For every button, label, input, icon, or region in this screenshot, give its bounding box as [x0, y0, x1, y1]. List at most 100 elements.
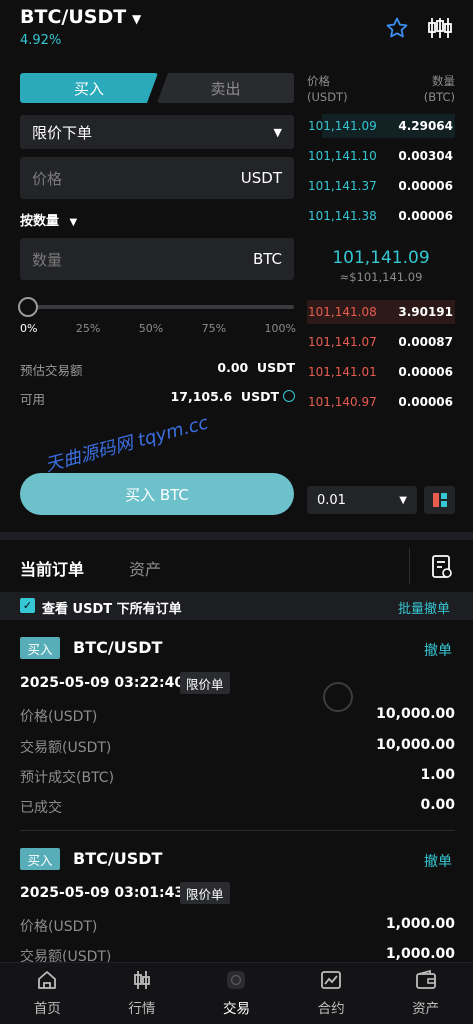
orderbook-price: 101,141.38 — [308, 209, 377, 223]
cancel-all-button[interactable]: 批量撤单 — [398, 598, 450, 617]
tab-assets[interactable]: 资产 — [129, 556, 161, 580]
slider-label[interactable]: 50% — [139, 322, 163, 335]
available-row: 可用 17,105.6 USDT — [20, 389, 295, 408]
qty-mode-label: 按数量 — [20, 214, 60, 229]
tab-divider — [409, 548, 410, 584]
qty-mode-select[interactable]: 按数量 ▼ — [20, 210, 77, 229]
quantity-unit: BTC — [252, 250, 282, 268]
orderbook-qty: 0.00006 — [398, 395, 453, 409]
price-placeholder: 价格 — [32, 169, 63, 188]
candlestick-icon — [133, 971, 150, 989]
exchange-icon — [227, 971, 246, 989]
slider-label[interactable]: 100% — [265, 322, 296, 335]
cancel-order-button[interactable]: 撤单 — [424, 640, 452, 660]
order-type-tag: 限价单 — [180, 672, 230, 694]
caret-down-icon[interactable]: ▼ — [132, 12, 141, 26]
order-type-select[interactable]: 限价下单 ▼ — [20, 115, 294, 149]
price-column-header: 价格 — [307, 74, 330, 88]
order-row-label: 已成交 — [20, 800, 62, 816]
order-type-tag: 限价单 — [180, 882, 230, 904]
amount-slider-handle[interactable] — [18, 297, 38, 317]
order-row-value: 1.00 — [420, 767, 455, 783]
nav-trade[interactable]: 交易 — [189, 963, 284, 1024]
orderbook-price: 101,141.01 — [308, 365, 377, 379]
orderbook-row[interactable]: 101,141.08 3.90191 — [307, 300, 455, 324]
order-history-icon[interactable] — [431, 554, 453, 580]
orderbook-header: 价格 (USDT) 数量 (BTC) — [307, 73, 455, 105]
available-value: 17,105.6 USDT — [170, 389, 279, 404]
orderbook-row[interactable]: 101,141.37 0.00006 — [307, 174, 455, 198]
star-icon[interactable] — [385, 16, 409, 40]
caret-down-icon: ▼ — [69, 217, 78, 228]
quantity-placeholder: 数量 — [32, 250, 63, 269]
nav-label: 交易 — [222, 1001, 250, 1017]
order-row: 价格(USDT) 10,000.00 — [20, 706, 455, 726]
order-row: 预计成交(BTC) 1.00 — [20, 767, 455, 787]
order-row: 价格(USDT) 1,000.00 — [20, 916, 455, 936]
bottom-nav: 首页 行情 交易 合约 资产 — [0, 962, 473, 1024]
slider-labels: 0% 25% 50% 75% 100% — [20, 322, 296, 335]
orderbook-row[interactable]: 101,141.38 0.00006 — [307, 204, 455, 228]
nav-assets[interactable]: 资产 — [378, 963, 473, 1024]
order-row: 已成交 0.00 — [20, 797, 455, 817]
order-row-value: 10,000.00 — [376, 706, 455, 722]
price-unit: USDT — [240, 169, 282, 187]
section-divider — [0, 532, 473, 540]
home-icon — [38, 971, 57, 989]
orderbook-row[interactable]: 101,141.10 0.00304 — [307, 144, 455, 168]
depth-select[interactable]: 0.01 ▼ — [307, 486, 417, 514]
caret-down-icon: ▼ — [399, 494, 407, 506]
order-separator — [20, 830, 455, 831]
qty-column-unit: (BTC) — [423, 90, 455, 104]
tab-sell[interactable]: 卖出 — [157, 73, 294, 103]
amount-slider-track[interactable] — [30, 305, 294, 309]
tab-current-orders[interactable]: 当前订单 — [20, 556, 84, 580]
order-row-label: 价格(USDT) — [20, 919, 98, 935]
order-row-value: 10,000.00 — [376, 737, 455, 753]
cancel-order-button[interactable]: 撤单 — [424, 851, 452, 871]
chart-icon — [321, 971, 341, 989]
buy-button[interactable]: 买入 BTC — [20, 473, 294, 515]
price-change: 4.92% — [20, 33, 62, 48]
slider-label[interactable]: 75% — [202, 322, 226, 335]
orderbook-row[interactable]: 101,141.09 4.29064 — [307, 114, 455, 138]
orderbook-layout-button[interactable] — [424, 486, 455, 514]
orderbook-qty: 0.00304 — [398, 149, 453, 163]
price-input[interactable]: 价格 USDT — [20, 157, 294, 199]
show-all-label[interactable]: 查看 USDT 下所有订单 — [42, 598, 182, 617]
order-row-value: 1,000.00 — [385, 916, 455, 932]
show-all-checkbox[interactable]: ✓ — [20, 598, 35, 613]
last-price: 101,141.09 — [332, 248, 430, 268]
order-type-label: 限价下单 — [32, 123, 93, 142]
orderbook-row[interactable]: 101,141.07 0.00087 — [307, 330, 455, 354]
order-side-badge: 买入 — [20, 637, 60, 659]
estimated-amount-value: 0.00 USDT — [217, 360, 295, 375]
orderbook-qty: 3.90191 — [398, 305, 453, 319]
last-price-fiat: ≈$101,141.09 — [339, 270, 423, 284]
orderbook-qty: 0.00087 — [398, 335, 453, 349]
order-side-badge: 买入 — [20, 848, 60, 870]
depth-value: 0.01 — [317, 492, 346, 508]
orderbook-price: 101,140.97 — [308, 395, 377, 409]
price-column-unit: (USDT) — [307, 90, 348, 104]
transfer-icon[interactable] — [283, 390, 295, 402]
slider-label[interactable]: 0% — [20, 322, 37, 335]
orderbook-price: 101,141.37 — [308, 179, 377, 193]
order-pair: BTC/USDT — [73, 638, 163, 657]
watermark: 天曲源码网 tqym.cc — [43, 412, 211, 477]
tab-buy[interactable]: 买入 — [20, 73, 158, 103]
candlestick-icon[interactable] — [427, 16, 453, 40]
pair-title[interactable]: BTC/USDT — [20, 6, 126, 28]
quantity-input[interactable]: 数量 BTC — [20, 238, 294, 280]
nav-home[interactable]: 首页 — [0, 963, 95, 1024]
orderbook-qty: 0.00006 — [398, 179, 453, 193]
order-row-label: 预计成交(BTC) — [20, 770, 115, 786]
orderbook-row[interactable]: 101,140.97 0.00006 — [307, 390, 455, 414]
nav-market[interactable]: 行情 — [95, 963, 190, 1024]
orderbook-qty: 4.29064 — [398, 119, 453, 133]
orderbook-row[interactable]: 101,141.01 0.00006 — [307, 360, 455, 384]
slider-label[interactable]: 25% — [76, 322, 100, 335]
nav-contract[interactable]: 合约 — [284, 963, 379, 1024]
order-time: 2025-05-09 03:01:43 — [20, 885, 185, 901]
orderbook-qty: 0.00006 — [398, 209, 453, 223]
